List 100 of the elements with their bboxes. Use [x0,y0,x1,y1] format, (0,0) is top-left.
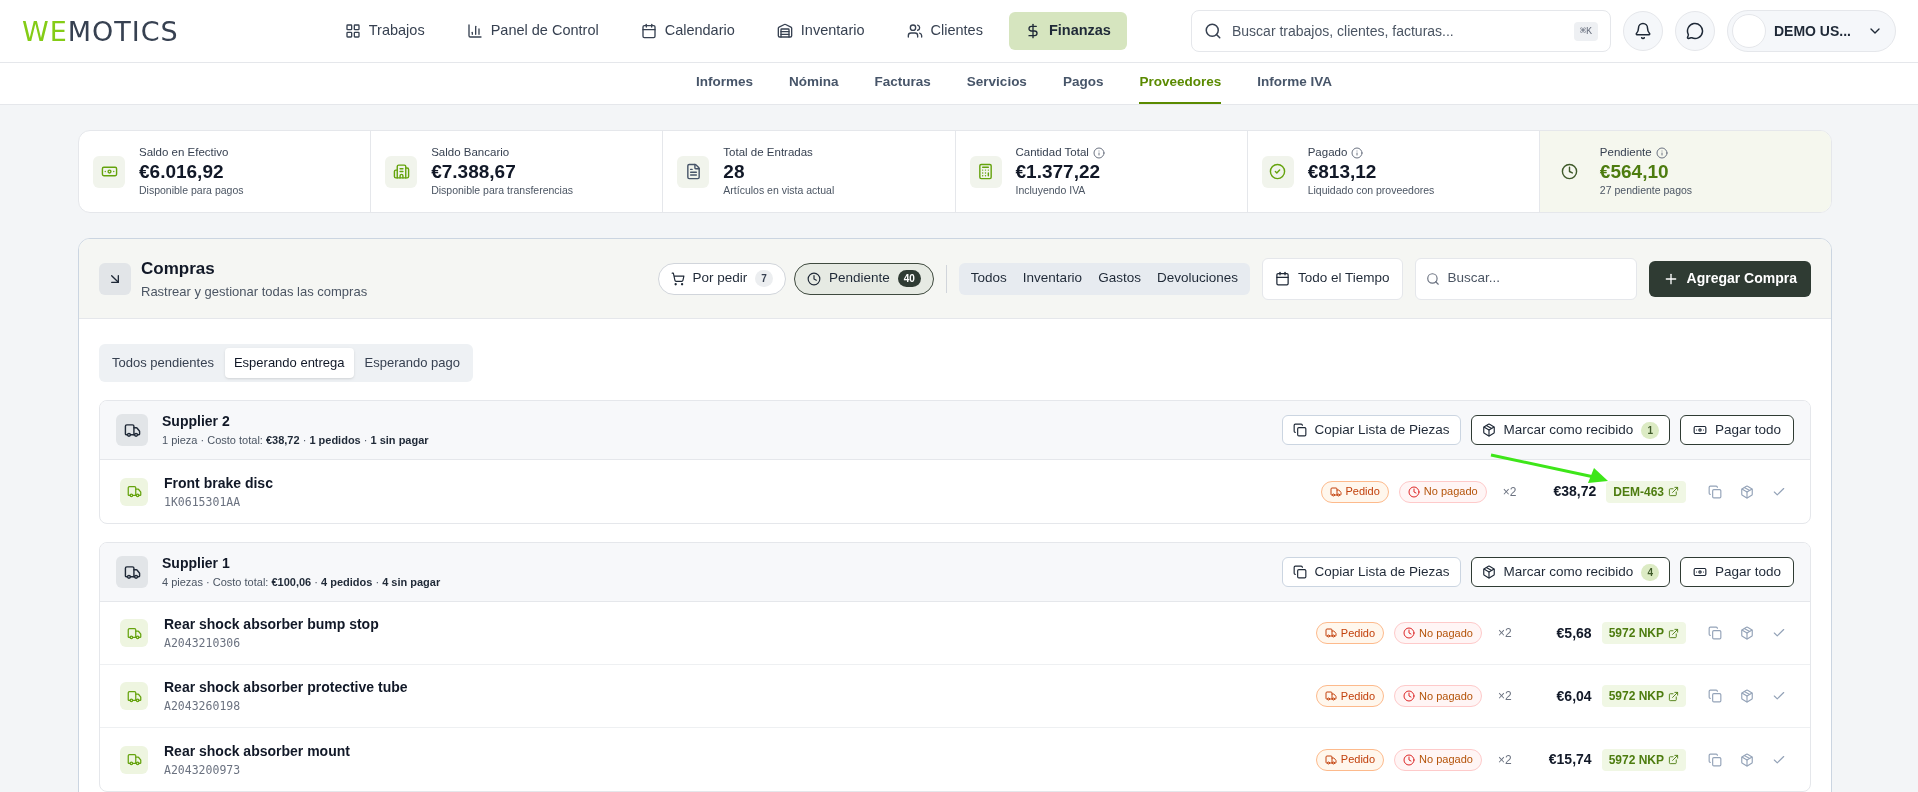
pay-all-button[interactable]: Pagar todo [1679,557,1794,587]
check-icon[interactable] [1772,626,1786,640]
nav-tab[interactable]: Panel de Control [450,12,615,50]
sub-tab[interactable]: Pagos [1062,63,1104,104]
users-icon [906,23,923,39]
sub-tab[interactable]: Facturas [874,63,931,104]
sub-tab[interactable]: Nómina [789,63,839,104]
arrow-down-right-icon [99,262,131,295]
pay-all-button[interactable]: Pagar todo [1679,415,1794,445]
truck-icon [120,619,148,647]
package-icon[interactable] [1740,484,1754,499]
category-tab[interactable]: Devoluciones [1148,265,1246,292]
order-link[interactable]: 5972 NKP [1601,748,1686,771]
stat-caption: Disponible para pagos [139,183,244,199]
sub-tab[interactable]: Proveedores [1139,63,1222,104]
external-link-icon [1668,486,1679,497]
package-icon[interactable] [1740,689,1754,703]
payment-badge: No pagado [1394,622,1482,644]
notifications-button[interactable] [1623,11,1663,51]
user-menu[interactable]: DEMO US... [1727,10,1896,52]
order-link[interactable]: DEM-463 [1606,480,1686,503]
count-badge: 1 [1641,421,1659,439]
order-link[interactable]: 5972 NKP [1601,622,1686,644]
payment-badge: No pagado [1398,480,1487,503]
payment-badge: No pagado [1394,685,1482,707]
stat-caption: Incluyendo IVA [1015,183,1087,199]
sub-tab[interactable]: Informes [696,63,754,104]
stat-caption: Artículos en vista actual [723,183,835,199]
supplier-summary: 1 pieza · Costo total: €38,72 · 1 pedidos · 1 sin pagar [162,433,429,449]
category-tab[interactable]: Gastos [1090,265,1149,292]
calendar-icon [1274,271,1290,286]
search-field[interactable]: Buscar... [1414,257,1637,300]
nav-tab[interactable]: Calendario [624,12,751,50]
category-tab[interactable]: Todos [962,265,1015,292]
calendar-icon [640,23,657,39]
stat-caption: Liquidado con proveedores [1307,183,1435,199]
search-input[interactable]: Buscar... [1447,268,1626,289]
external-link-icon [1668,754,1679,765]
stat-value: €813,12 [1307,161,1378,184]
panel-subtitle: Rastrear y gestionar todas las compras [141,282,368,301]
document-icon [677,155,710,188]
search-field[interactable]: Buscar trabajos, clientes, facturas... ⌘K [1191,10,1611,52]
banknote-icon [1692,565,1707,579]
external-link-icon [1668,690,1679,702]
warehouse-icon [776,23,793,39]
copy-parts-button[interactable]: Copiar Lista de Piezas [1281,415,1461,445]
avatar [1732,14,1766,48]
package-icon [1481,565,1496,579]
building-icon [385,155,418,188]
quantity: ×2 [1497,625,1512,642]
part-name: Rear shock absorber mount [164,741,350,761]
order-link[interactable]: 5972 NKP [1601,685,1686,707]
check-icon[interactable] [1772,689,1786,703]
price: €6,04 [1555,686,1592,706]
count-badge: 4 [1641,563,1659,581]
package-icon[interactable] [1740,752,1754,767]
panel-title: Compras [141,258,216,280]
add-purchase-button[interactable]: Agregar Compra [1648,260,1811,297]
filter-pill[interactable]: Por pedir 7 [657,262,786,295]
part-number: A2043260198 [164,698,242,715]
bar-chart-icon [466,23,483,39]
stat-label: Saldo en Efectivo [139,145,229,160]
supplier-summary: 4 piezas · Costo total: €100,06 · 4 pedidos · 4 sin pagar [162,575,441,591]
truck-icon [116,414,148,446]
mark-received-button[interactable]: Marcar como recibido 1 [1470,415,1670,445]
package-icon[interactable] [1740,626,1754,640]
status-tab[interactable]: Todos pendientes [103,348,223,378]
status-badge: Pedido [1315,685,1385,707]
quantity: ×2 [1497,751,1512,769]
bell-icon [1634,22,1652,40]
sub-tab[interactable]: Servicios [966,63,1027,104]
nav-tab[interactable]: Inventario [760,12,881,50]
stat-value: €6.016,92 [139,161,225,184]
search-input[interactable]: Buscar trabajos, clientes, facturas... [1232,20,1564,42]
truck-icon [120,477,148,506]
copy-parts-button[interactable]: Copiar Lista de Piezas [1281,557,1461,587]
stat-caption: 27 pendiente pagos [1599,183,1693,199]
stat-value: 28 [723,161,746,184]
grid-icon [344,23,361,39]
messages-button[interactable] [1675,11,1715,51]
period-button[interactable]: Todo el Tiempo [1261,257,1403,300]
mark-received-button[interactable]: Marcar como recibido 4 [1470,557,1670,587]
nav-tab[interactable]: Clientes [890,12,999,50]
filter-pill[interactable]: Pendiente 40 [793,262,934,295]
nav-tab[interactable]: Finanzas [1008,12,1127,50]
stat-label: Cantidad Total [1015,145,1089,160]
copy-icon[interactable] [1708,752,1722,767]
count-badge: 7 [755,270,773,287]
status-badge: Pedido [1315,748,1385,771]
category-tab[interactable]: Inventario [1014,265,1091,292]
sub-tab[interactable]: Informe IVA [1257,63,1332,104]
search-icon [1204,22,1222,40]
status-tab[interactable]: Esperando entrega [224,348,354,378]
copy-icon[interactable] [1708,484,1722,499]
copy-icon[interactable] [1708,626,1722,640]
clock-icon [806,271,821,286]
nav-tab[interactable]: Trabajos [328,12,441,50]
cart-icon [670,271,685,286]
copy-icon[interactable] [1708,689,1722,703]
status-tab[interactable]: Esperando pago [355,348,469,378]
